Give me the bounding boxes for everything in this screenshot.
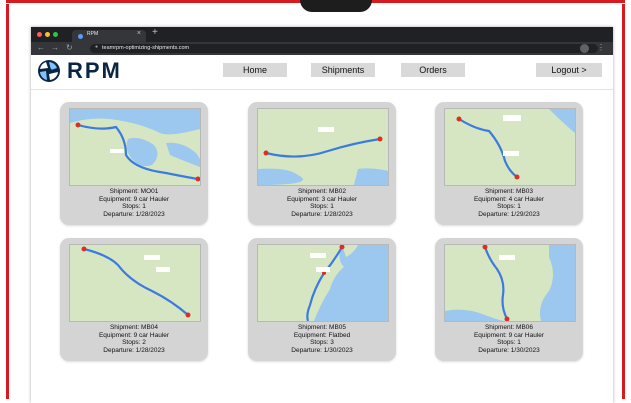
route-map-graphic	[258, 245, 388, 321]
shipment-card-mo01[interactable]: Shipment: MO01 Equipment: 9 car Hauler S…	[60, 102, 208, 225]
lock-icon: ●	[95, 44, 99, 50]
profile-avatar-icon[interactable]	[580, 44, 589, 53]
shipment-id: Shipment: MB06	[484, 324, 534, 331]
forward-arrow-icon[interactable]: →	[51, 43, 59, 52]
address-bar[interactable]: ● teamrpm-optimizing-shipments.com	[90, 44, 598, 53]
tab-close-icon[interactable]: ×	[137, 30, 141, 37]
route-map[interactable]	[69, 108, 201, 186]
route-map[interactable]	[444, 244, 576, 322]
shipment-card-mb03[interactable]: Shipment: MB03 Equipment: 4 car Hauler S…	[435, 102, 583, 225]
minimize-window-dot[interactable]	[45, 32, 50, 37]
browser-window: RPM × + ← → ↻ ● teamrpm-optimizing-shipm…	[31, 27, 613, 403]
route-map-graphic	[258, 109, 388, 185]
shipment-id: Shipment: MB03	[484, 188, 534, 195]
site-navbar: RPM Home Shipments Orders Logout >	[31, 55, 613, 90]
new-tab-icon[interactable]: +	[152, 27, 158, 38]
stops-text: Stops: 3	[310, 339, 334, 346]
reload-icon[interactable]: ↻	[66, 43, 73, 52]
departure-text: Departure: 1/28/2023	[291, 210, 353, 218]
shipment-card-mb06[interactable]: Shipment: MB06 Equipment: 9 car Hauler S…	[435, 238, 583, 361]
route-map-graphic	[70, 109, 200, 185]
route-map[interactable]	[257, 108, 389, 186]
route-map-graphic	[445, 109, 575, 185]
departure-text: Departure: 1/30/2023	[291, 346, 353, 354]
nav-home-button[interactable]: Home	[223, 63, 287, 77]
equipment-text: Equipment: 9 car Hauler	[473, 331, 545, 339]
stops-text: Stops: 2	[122, 339, 146, 346]
equipment-text: Equipment: 9 car Hauler	[98, 195, 170, 203]
browser-toolbar: ← → ↻ ● teamrpm-optimizing-shipments.com…	[31, 42, 613, 55]
shipment-card-mb05[interactable]: Shipment: MB05 Equipment: Flatbed Stops:…	[248, 238, 396, 361]
shipment-id: Shipment: MB02	[297, 188, 347, 195]
departure-text: Departure: 1/30/2023	[478, 346, 540, 354]
nav-orders-button[interactable]: Orders	[401, 63, 465, 77]
card-details: Shipment: MB04 Equipment: 9 car Hauler S…	[60, 324, 208, 354]
browser-titlebar: RPM × +	[31, 27, 613, 42]
back-arrow-icon[interactable]: ←	[37, 43, 45, 52]
nav-shipments-button[interactable]: Shipments	[311, 63, 375, 77]
route-map[interactable]	[444, 108, 576, 186]
shipment-id: Shipment: MB05	[297, 324, 347, 331]
stops-text: Stops: 1	[310, 203, 334, 210]
card-details: Shipment: MB06 Equipment: 9 car Hauler S…	[435, 324, 583, 354]
route-map-graphic	[445, 245, 575, 321]
stops-text: Stops: 1	[497, 339, 521, 346]
shipment-id: Shipment: MO01	[109, 188, 159, 195]
departure-text: Departure: 1/29/2023	[478, 210, 540, 218]
logo-text[interactable]: RPM	[67, 58, 122, 84]
tab-title: RPM	[87, 31, 99, 37]
logout-button[interactable]: Logout >	[536, 63, 602, 77]
stops-text: Stops: 1	[497, 203, 521, 210]
maximize-window-dot[interactable]	[53, 32, 58, 37]
equipment-text: Equipment: 4 car Hauler	[473, 195, 545, 203]
rpm-logo-icon[interactable]	[37, 59, 61, 83]
card-details: Shipment: MO01 Equipment: 9 car Hauler S…	[60, 188, 208, 218]
equipment-text: Equipment: 9 car Hauler	[98, 331, 170, 339]
departure-text: Departure: 1/28/2023	[103, 210, 165, 218]
equipment-text: Equipment: 3 car Hauler	[286, 195, 358, 203]
card-details: Shipment: MB02 Equipment: 3 car Hauler S…	[248, 188, 396, 218]
equipment-text: Equipment: Flatbed	[293, 331, 351, 339]
browser-tab[interactable]: RPM ×	[72, 30, 146, 42]
close-window-dot[interactable]	[37, 32, 42, 37]
web-page: RPM Home Shipments Orders Logout > Shipm…	[31, 55, 613, 403]
shipment-card-mb04[interactable]: Shipment: MB04 Equipment: 9 car Hauler S…	[60, 238, 208, 361]
shipment-card-mb02[interactable]: Shipment: MB02 Equipment: 3 car Hauler S…	[248, 102, 396, 225]
card-details: Shipment: MB05 Equipment: Flatbed Stops:…	[248, 324, 396, 354]
route-map[interactable]	[257, 244, 389, 322]
departure-text: Departure: 1/28/2023	[103, 346, 165, 354]
address-url: teamrpm-optimizing-shipments.com	[102, 45, 190, 51]
route-map-graphic	[70, 245, 200, 321]
tab-favicon-icon	[78, 34, 83, 39]
route-map[interactable]	[69, 244, 201, 322]
browser-menu-icon[interactable]: ⋮	[597, 43, 605, 52]
stops-text: Stops: 1	[122, 203, 146, 210]
card-details: Shipment: MB03 Equipment: 4 car Hauler S…	[435, 188, 583, 218]
shipment-id: Shipment: MB04	[109, 324, 159, 331]
